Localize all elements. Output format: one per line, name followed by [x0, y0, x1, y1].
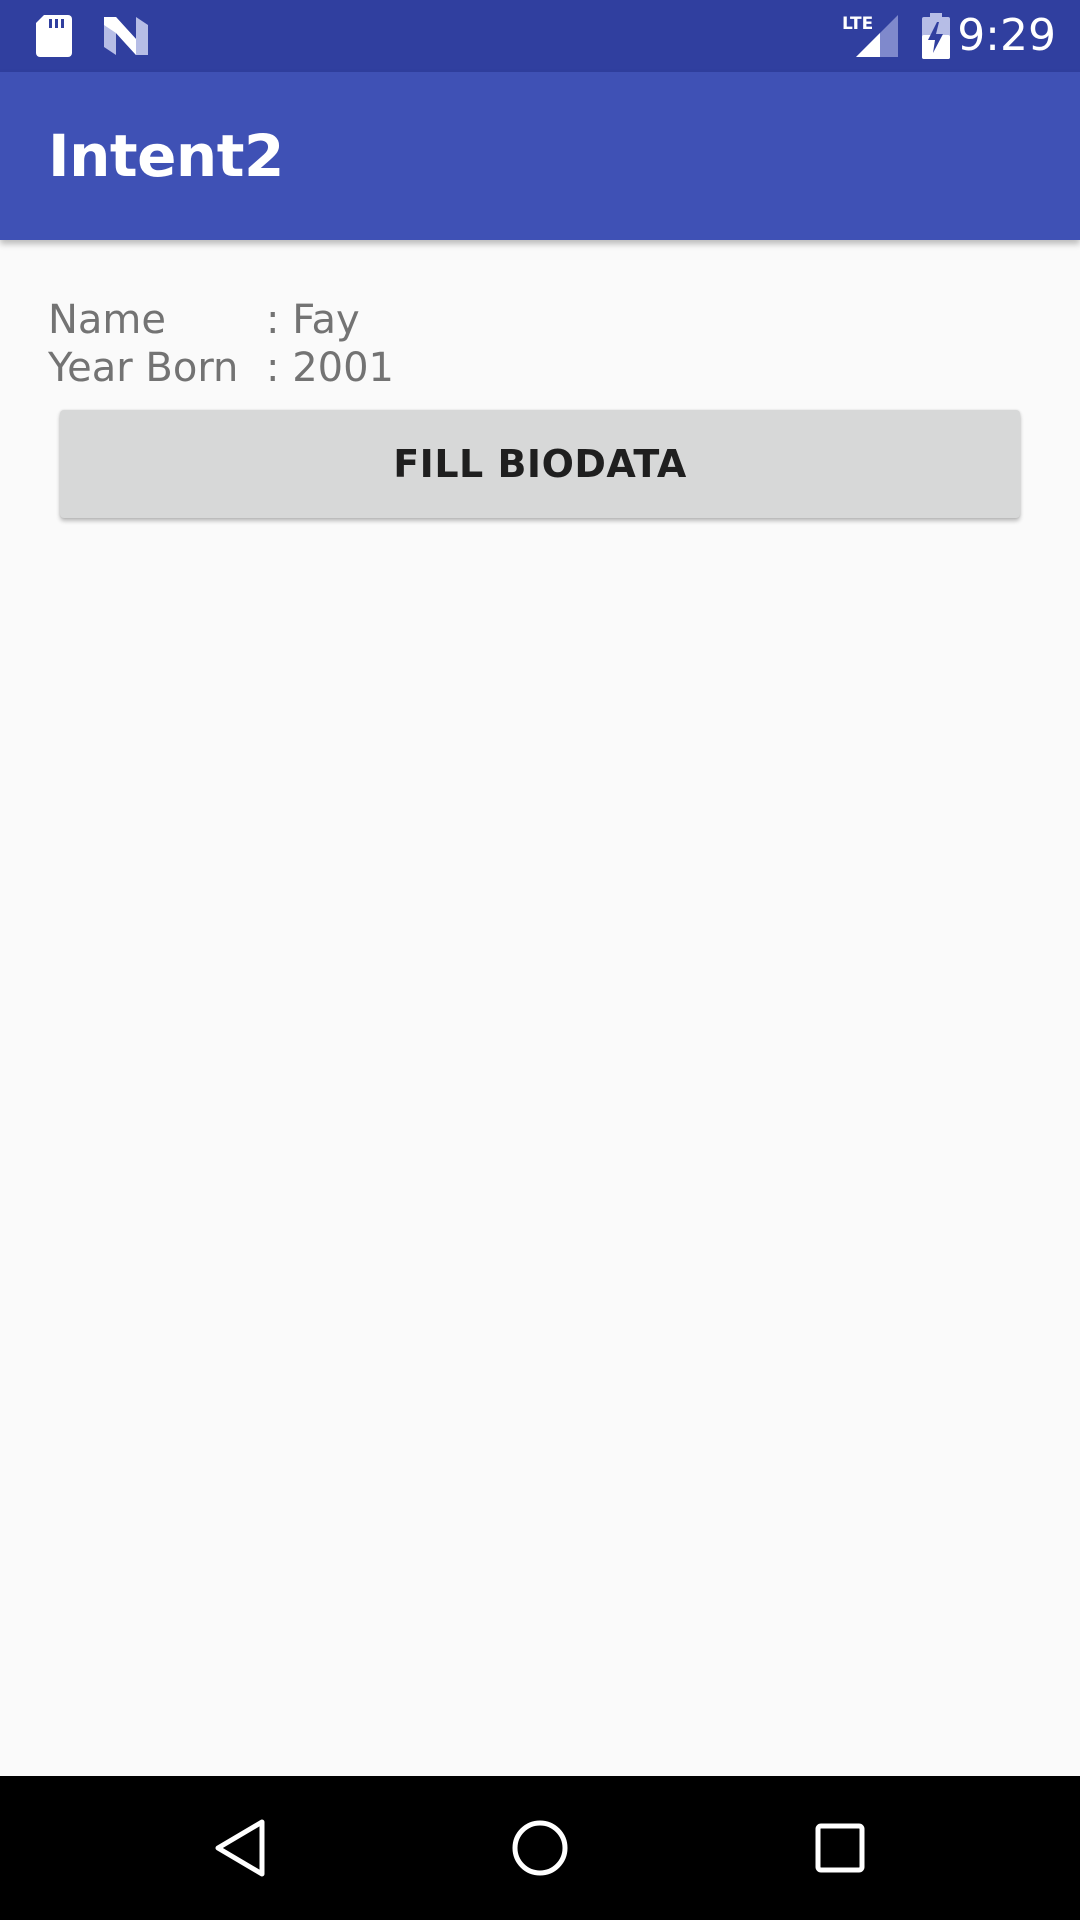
battery-charging-icon: [918, 0, 954, 72]
app-title: Intent2: [48, 122, 284, 190]
name-row: Name : Fay: [48, 295, 360, 345]
app-bar: Intent2: [0, 72, 1080, 240]
back-button[interactable]: [160, 1776, 320, 1920]
name-label: Name: [48, 297, 167, 343]
home-icon: [512, 1820, 568, 1876]
back-icon: [215, 1819, 265, 1877]
year-born-label: Year Born: [48, 345, 239, 391]
svg-text:LTE: LTE: [842, 14, 873, 34]
status-time: 9:29: [957, 10, 1056, 61]
home-button[interactable]: [460, 1776, 620, 1920]
status-bar: LTE 9:29: [0, 0, 1080, 72]
fill-biodata-button[interactable]: FILL BIODATA: [60, 410, 1020, 518]
recents-icon: [815, 1823, 865, 1873]
main-content: Name : Fay Year Born : 2001 FILL BIODATA: [0, 240, 1080, 1776]
sd-card-icon: [32, 0, 76, 72]
name-value: : Fay: [266, 297, 360, 343]
year-born-row: Year Born : 2001: [48, 343, 394, 393]
recents-button[interactable]: [760, 1776, 920, 1920]
year-born-value: : 2001: [266, 345, 394, 391]
navigation-bar: [0, 1776, 1080, 1920]
lte-signal-icon: LTE: [838, 0, 902, 72]
n-notification-icon: [100, 0, 152, 72]
